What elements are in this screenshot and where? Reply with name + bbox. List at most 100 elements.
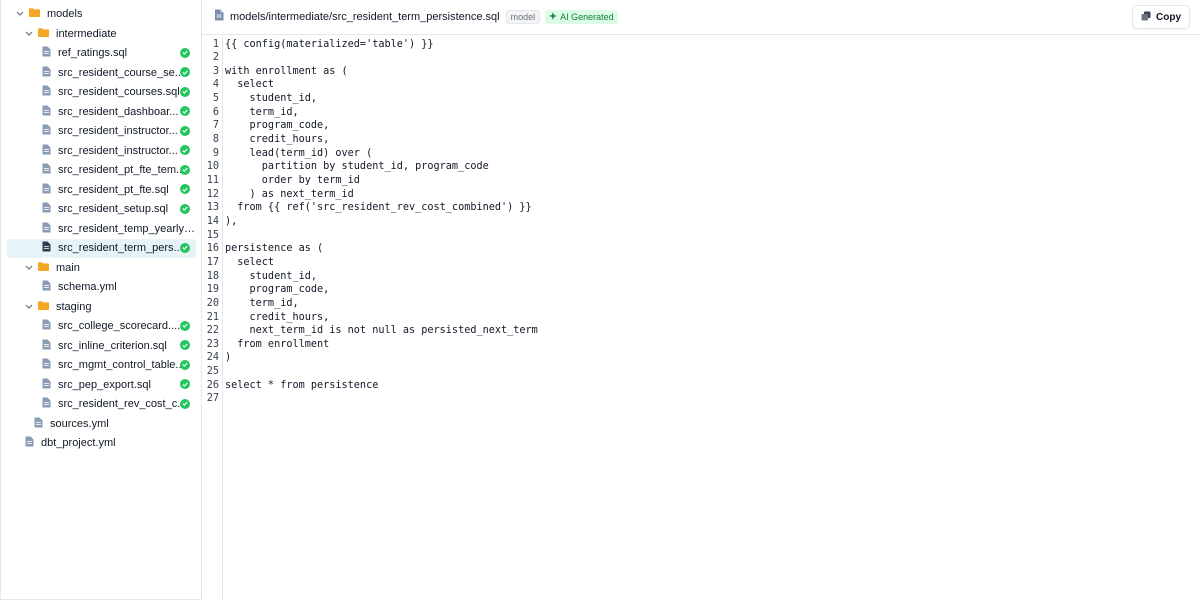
file-tree-sidebar: models intermediate ref_ratings.sql src_res…	[0, 0, 202, 600]
copy-button[interactable]: Copy	[1132, 5, 1190, 29]
file-icon	[42, 378, 51, 392]
code-line: 25	[202, 366, 225, 380]
file-item[interactable]: src_resident_setup.sql	[7, 200, 196, 219]
line-number: 20	[206, 297, 219, 309]
check-icon	[180, 67, 190, 77]
file-item[interactable]: src_resident_courses.sql	[7, 83, 196, 102]
tree-item-label: models	[47, 8, 83, 20]
code-text: term_id,	[225, 106, 299, 118]
file-item[interactable]: src_resident_pt_fte_tem...	[7, 161, 196, 180]
folder-staging[interactable]: staging	[7, 297, 196, 316]
check-icon	[180, 164, 190, 175]
check-icon	[180, 320, 190, 331]
code-text: credit_hours,	[225, 134, 330, 146]
line-number: 17	[206, 256, 219, 268]
file-item[interactable]: src_resident_dashboar...	[7, 102, 196, 121]
check-icon	[180, 47, 190, 58]
code-text: select	[225, 79, 275, 91]
code-line: 19 program_code,	[202, 284, 330, 298]
file-item[interactable]: dbt_project.yml	[7, 434, 196, 453]
line-number: 15	[206, 229, 219, 241]
code-line: 22 next_term_id is not null as persisted…	[202, 325, 538, 339]
code-text: next_term_id is not null as persisted_ne…	[225, 325, 538, 337]
tree-item-label: src_mgmt_control_table...	[58, 359, 185, 371]
tree-item-label: src_inline_criterion.sql	[58, 339, 167, 352]
line-number: 23	[206, 338, 219, 350]
file-icon	[42, 319, 51, 333]
code-line: 18 student_id,	[202, 271, 317, 285]
line-number: 22	[206, 325, 219, 337]
line-number: 19	[206, 284, 219, 296]
chevron-down-icon[interactable]	[24, 263, 34, 273]
file-item-selected[interactable]: src_resident_term_pers...	[7, 238, 196, 258]
code-text: with enrollment as (	[225, 65, 348, 77]
code-line: 13 from {{ ref('src_resident_rev_cost_co…	[202, 202, 532, 216]
check-icon	[180, 340, 190, 350]
file-item[interactable]: src_college_scorecard....	[7, 317, 196, 336]
tree-item-label: staging	[56, 300, 92, 313]
code-line: 16 persistence as (	[202, 243, 323, 257]
code-line: 9 lead(term_id) over (	[202, 148, 372, 162]
code-text: partition by student_id, program_code	[225, 161, 489, 173]
file-item[interactable]: ref_ratings.sql	[7, 44, 196, 63]
chevron-down-icon[interactable]	[24, 302, 34, 312]
file-icon	[42, 163, 51, 177]
folder-intermediate[interactable]: intermediate	[7, 24, 196, 43]
code-line: 26 select * from persistence	[202, 379, 379, 394]
code-text: credit_hours,	[225, 311, 330, 323]
code-viewer[interactable]: 1 {{ config(materialized='table') }} 2 3 wit…	[202, 37, 1200, 600]
file-item[interactable]: src_resident_pt_fte.sql	[7, 180, 196, 199]
tree-item-label: src_college_scorecard....	[58, 320, 181, 332]
file-icon	[25, 436, 34, 450]
check-icon	[180, 125, 190, 136]
file-icon	[42, 397, 51, 411]
file-item[interactable]: src_mgmt_control_table...	[7, 356, 196, 375]
file-icon	[42, 280, 51, 294]
line-number: 26	[206, 379, 219, 391]
code-text: from enrollment	[225, 338, 330, 350]
file-item[interactable]: src_resident_temp_yearly_...	[7, 219, 196, 238]
file-item[interactable]: src_resident_rev_cost_c...	[7, 395, 196, 414]
check-icon	[180, 379, 190, 389]
file-item[interactable]: src_resident_instructor...	[7, 141, 196, 160]
file-item[interactable]: schema.yml	[7, 278, 196, 297]
code-line: 7 program_code,	[202, 120, 329, 134]
ai-generated-badge: AI Generated	[545, 10, 618, 24]
tree-item-label: schema.yml	[58, 281, 117, 293]
line-number: 4	[212, 79, 219, 91]
chevron-down-icon[interactable]	[15, 9, 25, 19]
file-icon	[42, 144, 51, 158]
tree-item-label: src_resident_courses.sql	[58, 86, 180, 98]
code-text: lead(term_id) over (	[225, 147, 373, 159]
file-icon	[42, 66, 51, 80]
chevron-down-icon[interactable]	[24, 29, 34, 39]
code-line: 10 partition by student_id, program_code	[202, 161, 489, 175]
file-icon	[214, 8, 224, 26]
tree-item-label: sources.yml	[50, 417, 109, 430]
line-number: 11	[206, 175, 219, 186]
check-icon	[180, 203, 190, 214]
file-icon	[42, 46, 51, 60]
code-line: 15	[202, 230, 225, 244]
file-item[interactable]: src_resident_instructor...	[7, 122, 196, 141]
folder-main[interactable]: main	[7, 258, 196, 277]
line-number: 1	[212, 38, 219, 50]
check-icon	[180, 106, 190, 116]
check-icon	[180, 184, 190, 194]
file-icon	[42, 85, 51, 99]
check-icon	[180, 359, 190, 370]
tree-item-label: dbt_project.yml	[41, 437, 116, 449]
tree-item-label: src_pep_export.sql	[58, 378, 151, 391]
copy-label: Copy	[1156, 11, 1181, 23]
file-item[interactable]: sources.yml	[7, 414, 196, 433]
code-text: )	[225, 352, 232, 364]
file-item[interactable]: src_inline_criterion.sql	[7, 336, 196, 355]
tree-item-label: src_resident_instructor...	[58, 125, 178, 137]
line-number: 24	[206, 352, 219, 364]
file-item[interactable]: src_pep_export.sql	[7, 375, 196, 394]
file-item[interactable]: src_resident_course_se...	[7, 63, 196, 82]
folder-models[interactable]: models	[7, 5, 196, 24]
tree-item-label: src_resident_instructor...	[58, 144, 178, 157]
line-number: 13	[206, 202, 219, 214]
code-line: 23 from enrollment	[202, 338, 330, 353]
